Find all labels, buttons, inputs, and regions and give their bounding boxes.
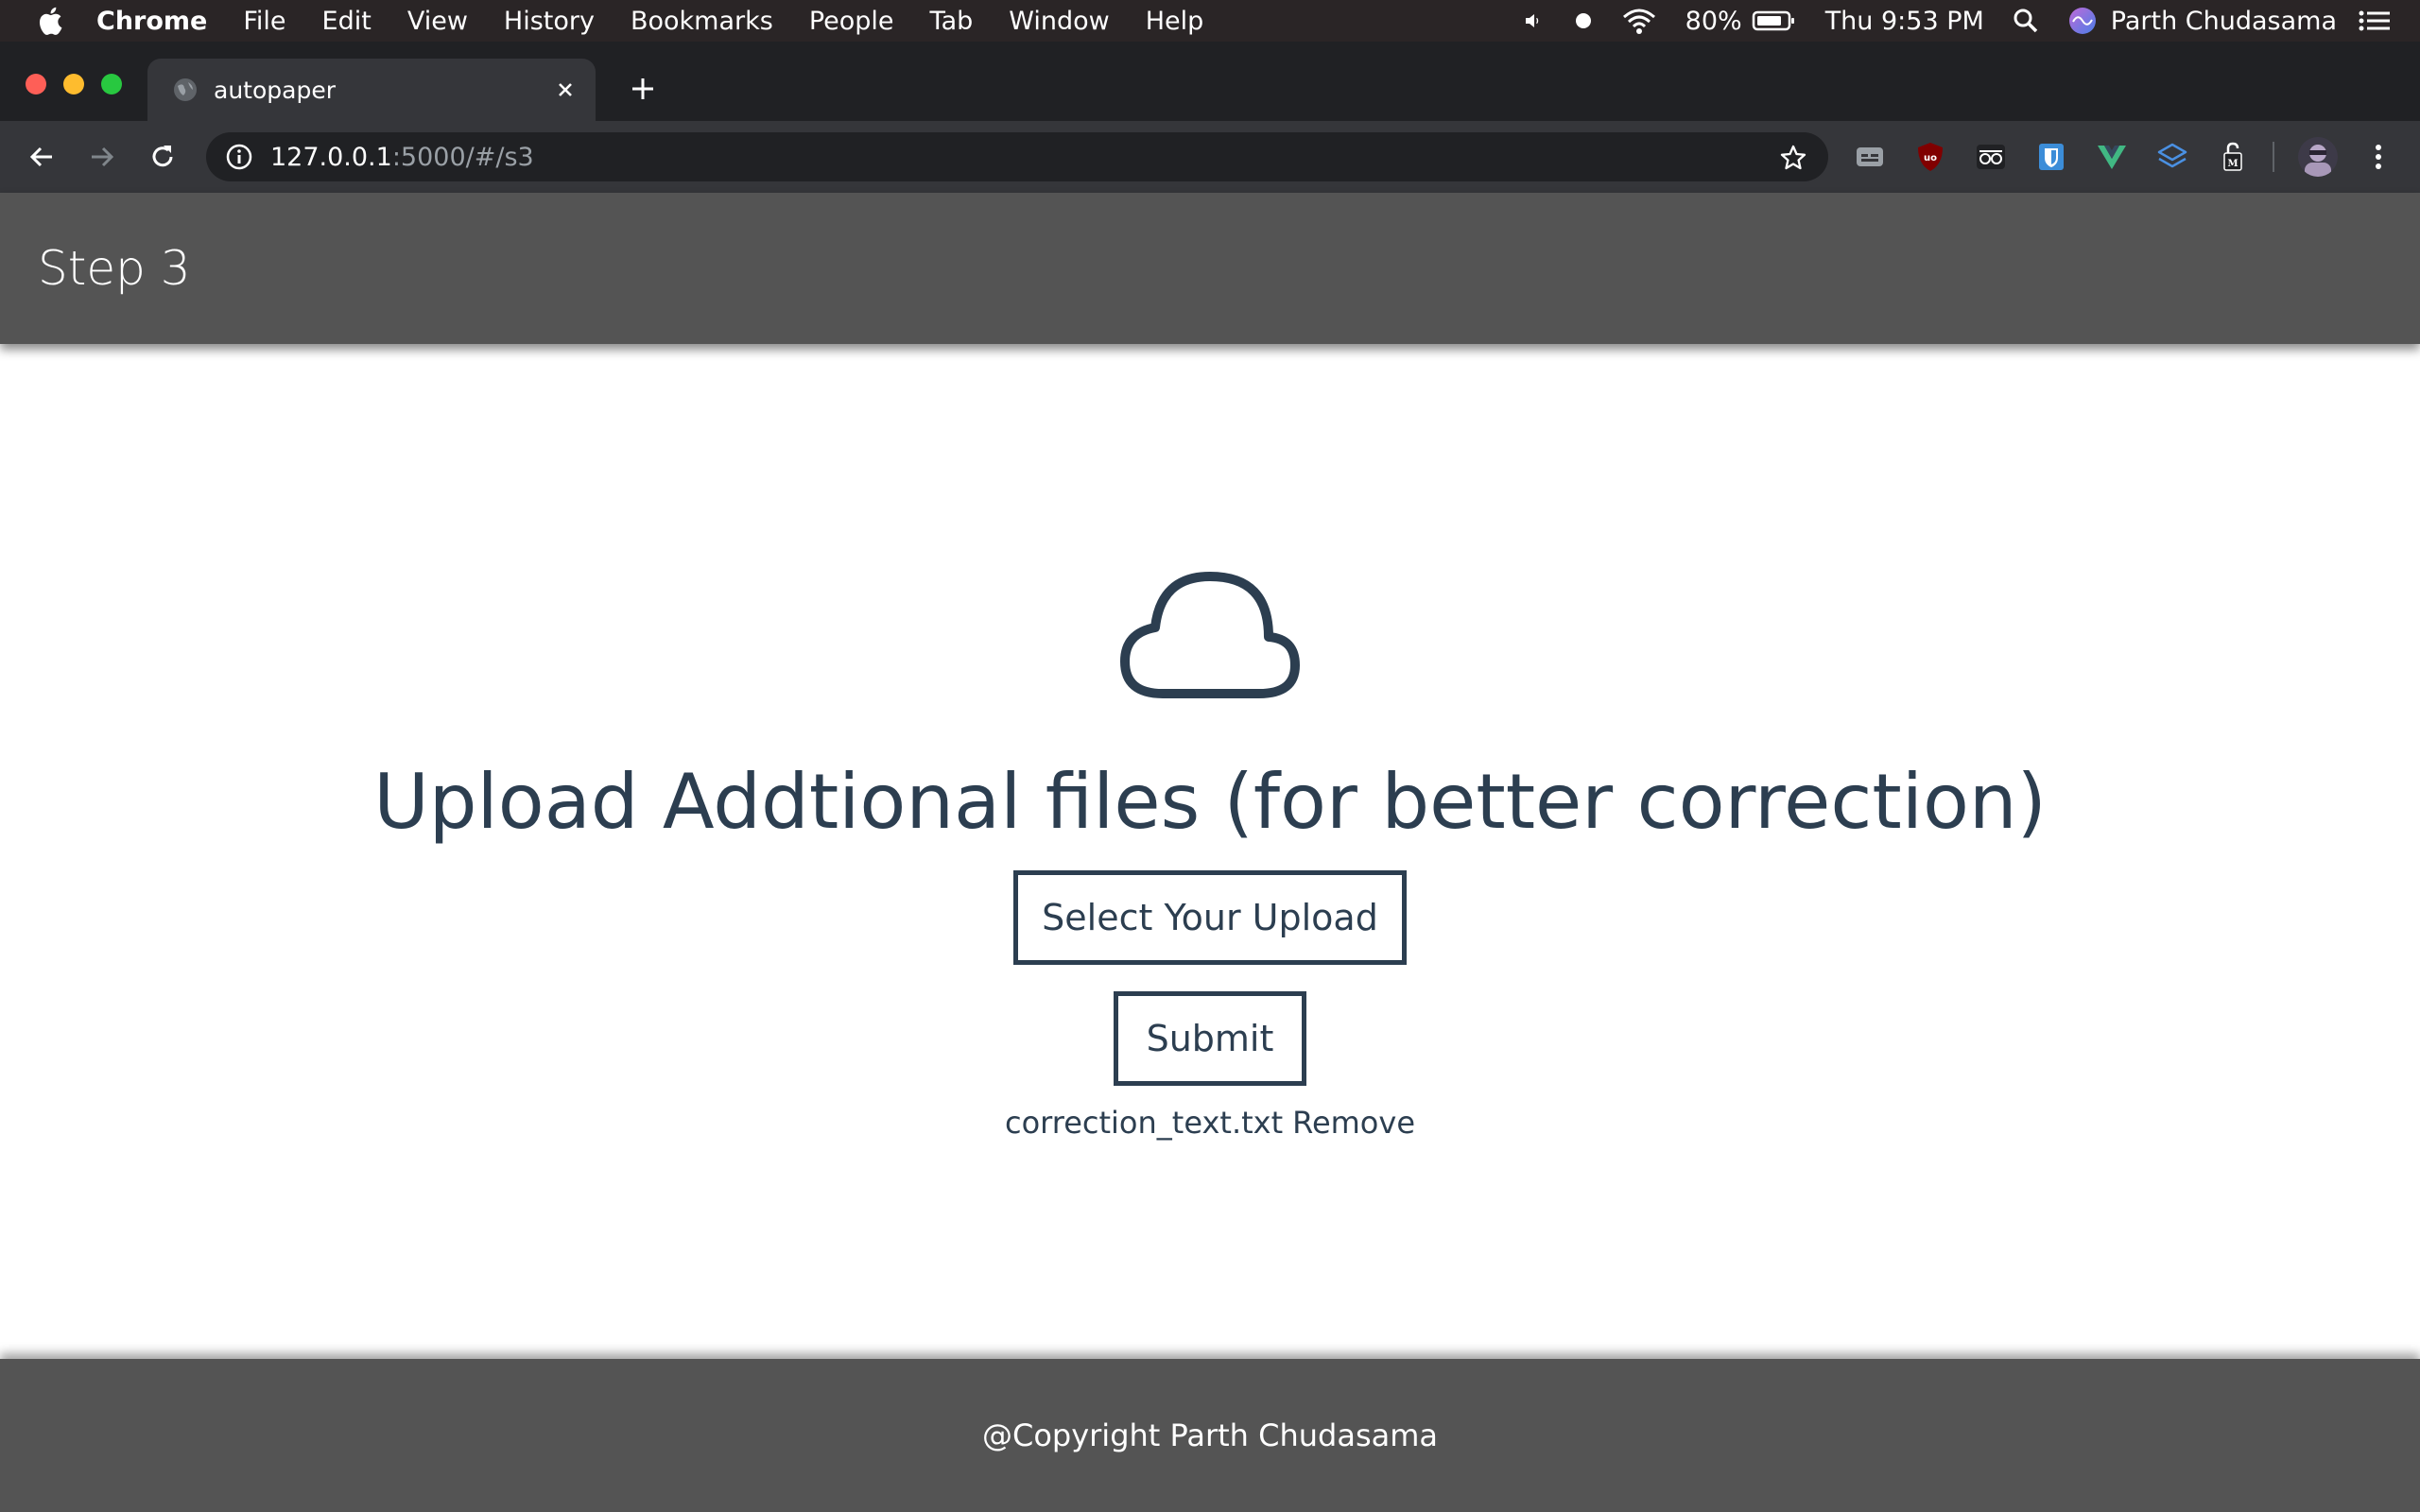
menu-people[interactable]: People xyxy=(809,7,894,36)
menu-history[interactable]: History xyxy=(504,7,595,36)
forward-arrow-icon[interactable] xyxy=(85,140,119,174)
record-dot-icon[interactable] xyxy=(1574,11,1593,30)
new-tab-icon[interactable] xyxy=(628,74,658,104)
back-arrow-icon[interactable] xyxy=(25,140,59,174)
submit-button[interactable]: Submit xyxy=(1114,991,1306,1086)
url-host: 127.0.0.1 xyxy=(270,142,392,172)
upload-section: Upload Addtional files (for better corre… xyxy=(0,344,2420,1359)
menu-file[interactable]: File xyxy=(243,7,285,36)
selected-file-row: correction_text.txt Remove xyxy=(1005,1105,1415,1141)
close-window-button[interactable] xyxy=(26,74,46,94)
menu-window[interactable]: Window xyxy=(1009,7,1109,36)
layers-icon[interactable] xyxy=(2153,138,2191,176)
profile-avatar[interactable] xyxy=(2297,136,2339,178)
page-header: Step 3 xyxy=(0,193,2420,344)
reload-icon[interactable] xyxy=(146,140,180,174)
ublock-icon[interactable]: uo xyxy=(1911,138,1949,176)
minimize-window-button[interactable] xyxy=(63,74,84,94)
globe-icon xyxy=(172,77,199,103)
selected-file-name: correction_text.txt xyxy=(1004,1105,1284,1141)
menu-app-name[interactable]: Chrome xyxy=(96,7,207,36)
user-name[interactable]: Parth Chudasama xyxy=(2111,7,2337,36)
clock-text[interactable]: Thu 9:53 PM xyxy=(1825,7,1984,36)
menu-tab[interactable]: Tab xyxy=(930,7,974,36)
menu-view[interactable]: View xyxy=(407,7,468,36)
address-bar[interactable]: 127.0.0.1:5000/#/s3 xyxy=(206,132,1828,181)
lock-m-icon[interactable]: M xyxy=(2214,138,2252,176)
volume-icon[interactable] xyxy=(1523,9,1546,32)
browser-tab-strip: autopaper xyxy=(0,42,2420,121)
remove-file-link[interactable]: Remove xyxy=(1292,1105,1415,1141)
notification-center-icon[interactable] xyxy=(2358,8,2392,34)
url-path: :5000/#/s3 xyxy=(391,142,534,172)
battery-percentage: 80% xyxy=(1685,6,1742,36)
copyright-text: @Copyright Parth Chudasama xyxy=(981,1418,1439,1453)
bookmark-star-icon[interactable] xyxy=(1779,144,1807,172)
menu-edit[interactable]: Edit xyxy=(322,7,372,36)
tab-title: autopaper xyxy=(214,76,336,104)
browser-toolbar: 127.0.0.1:5000/#/s3 uo M xyxy=(0,121,2420,193)
spotlight-search-icon[interactable] xyxy=(2013,8,2039,34)
menu-help[interactable]: Help xyxy=(1146,7,1204,36)
menu-bookmarks[interactable]: Bookmarks xyxy=(631,7,773,36)
caption-icon[interactable] xyxy=(1851,138,1889,176)
browser-tab-active[interactable]: autopaper xyxy=(147,59,596,121)
wifi-icon[interactable] xyxy=(1621,7,1657,35)
toolbar-divider xyxy=(2273,142,2274,172)
siri-icon[interactable] xyxy=(2067,6,2098,36)
chrome-menu-icon[interactable] xyxy=(2360,138,2397,176)
close-tab-icon[interactable] xyxy=(552,77,579,103)
upload-heading: Upload Addtional files (for better corre… xyxy=(373,758,2047,846)
page-footer: @Copyright Parth Chudasama xyxy=(0,1359,2420,1512)
vue-devtools-icon[interactable] xyxy=(2093,138,2131,176)
select-upload-button[interactable]: Select Your Upload xyxy=(1013,870,1407,965)
battery-icon[interactable] xyxy=(1752,9,1797,32)
bitwarden-icon[interactable] xyxy=(2032,138,2070,176)
site-info-icon[interactable] xyxy=(225,143,253,171)
page-title: Step 3 xyxy=(38,241,191,296)
svg-text:M: M xyxy=(2227,159,2238,169)
maximize-window-button[interactable] xyxy=(101,74,122,94)
cloud-icon xyxy=(1117,571,1303,703)
svg-text:uo: uo xyxy=(1924,153,1937,163)
glasses-icon[interactable] xyxy=(1972,138,2010,176)
apple-icon[interactable] xyxy=(38,7,62,35)
macos-menu-bar: Chrome File Edit View History Bookmarks … xyxy=(0,0,2420,42)
